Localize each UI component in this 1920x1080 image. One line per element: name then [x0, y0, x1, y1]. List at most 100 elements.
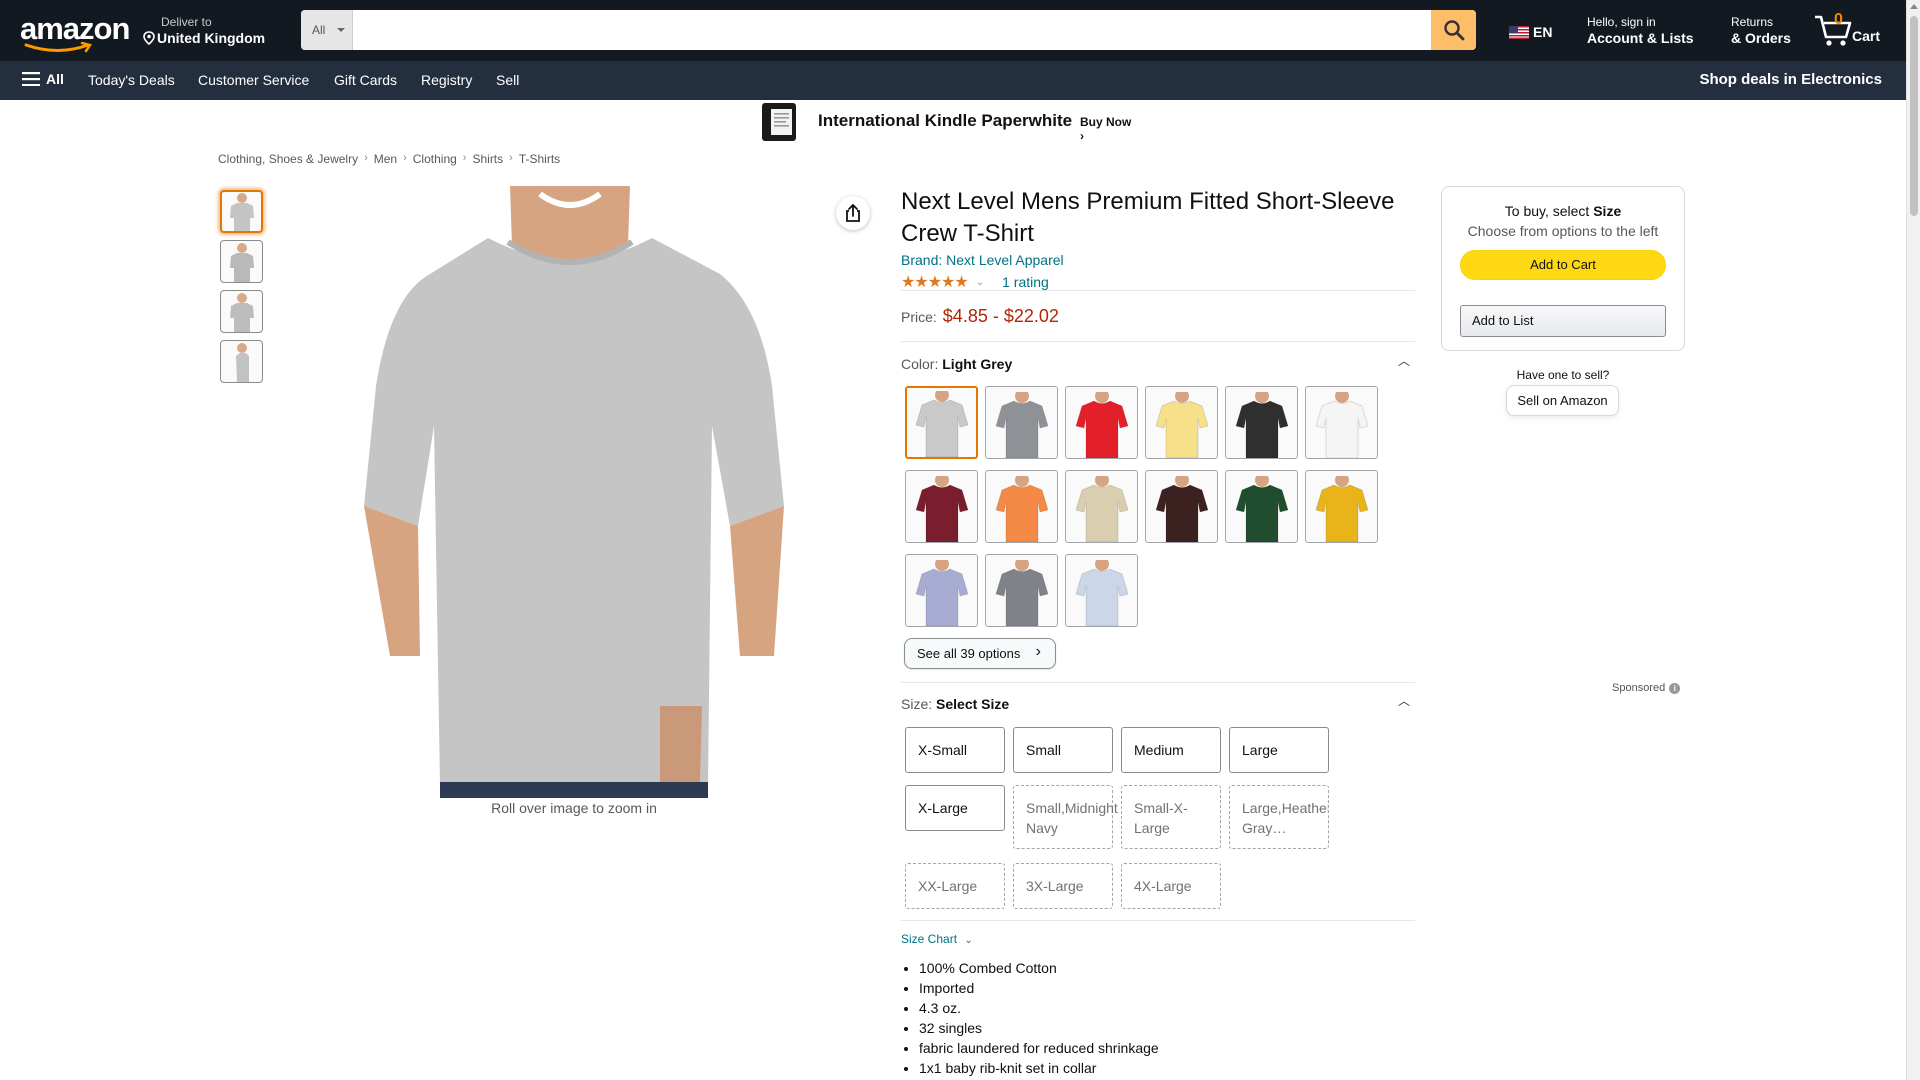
tshirt-swatch-image	[1314, 392, 1369, 458]
sell-on-amazon-button[interactable]: Sell on Amazon	[1506, 385, 1619, 416]
color-swatch[interactable]	[1065, 470, 1138, 543]
cart-button[interactable]: 0 Cart	[1814, 11, 1884, 47]
size-option-unavailable[interactable]: Small,Midnight Navy	[1013, 785, 1118, 849]
feature-bullets: 100% Combed Cotton Imported 4.3 oz. 32 s…	[919, 958, 1159, 1078]
nav-link-customer-service[interactable]: Customer Service	[198, 72, 309, 88]
size-chart-link[interactable]: Size Chart ⌄	[901, 932, 973, 946]
color-selected-value: Light Grey	[942, 356, 1013, 372]
star-rating-icon[interactable]: ★★★★★	[901, 272, 969, 292]
color-swatch[interactable]	[905, 554, 978, 627]
gallery-thumbnail[interactable]	[220, 190, 263, 233]
nav-promo-electronics[interactable]: Shop deals in Electronics	[1699, 71, 1882, 88]
language-label: EN	[1533, 24, 1553, 40]
tshirt-swatch-image	[1074, 392, 1129, 458]
scroll-up-arrow-icon[interactable]	[1910, 4, 1918, 9]
search-button[interactable]	[1431, 10, 1476, 50]
page-scrollbar[interactable]	[1906, 0, 1920, 1080]
nav-link-sell[interactable]: Sell	[496, 72, 519, 88]
scrollbar-thumb[interactable]	[1910, 16, 1918, 216]
search-bar: All	[301, 10, 1476, 50]
search-input[interactable]	[353, 10, 1431, 50]
tshirt-swatch-image	[914, 476, 969, 542]
hamburger-icon	[22, 72, 40, 86]
account-lists[interactable]: Hello, sign in Account & Lists	[1587, 15, 1694, 47]
divider	[901, 920, 1415, 921]
language-selector[interactable]: EN	[1509, 24, 1552, 40]
nav-link-gift-cards[interactable]: Gift Cards	[334, 72, 397, 88]
color-swatch[interactable]	[905, 386, 978, 459]
search-category-select[interactable]: All	[301, 10, 353, 50]
feature-bullet: fabric laundered for reduced shrinkage	[919, 1038, 1159, 1058]
gallery-thumbnail[interactable]	[220, 340, 263, 383]
nav-link-registry[interactable]: Registry	[421, 72, 472, 88]
zoom-hint: Roll over image to zoom in	[491, 800, 657, 816]
brand-link[interactable]: Brand: Next Level Apparel	[901, 252, 1064, 268]
search-category-label: All	[312, 23, 326, 37]
size-option-unavailable[interactable]: XX-Large	[905, 863, 1005, 909]
breadcrumb-separator-icon: ›	[364, 152, 368, 164]
breadcrumb: Clothing, Shoes & Jewelry › Men › Clothing…	[218, 152, 560, 166]
size-option[interactable]: X-Large	[905, 785, 1005, 831]
cart-count: 0	[1834, 11, 1843, 28]
share-button[interactable]	[836, 196, 870, 230]
color-swatch[interactable]	[1145, 470, 1218, 543]
collapse-color-chevron-icon[interactable]: ︿	[1398, 352, 1410, 369]
returns-orders[interactable]: Returns & Orders	[1731, 15, 1791, 47]
buy-box: To buy, select Size Choose from options …	[1441, 186, 1685, 351]
cart-label: Cart	[1852, 28, 1881, 44]
color-swatch[interactable]	[1145, 386, 1218, 459]
collapse-size-chevron-icon[interactable]: ︿	[1398, 692, 1410, 709]
color-swatch[interactable]	[985, 554, 1058, 627]
color-swatch[interactable]	[905, 470, 978, 543]
size-option[interactable]: X-Small	[905, 727, 1005, 773]
amazon-logo[interactable]: amazon	[20, 13, 130, 53]
size-option[interactable]: Medium	[1121, 727, 1221, 773]
color-swatch[interactable]	[1225, 386, 1298, 459]
color-swatch[interactable]	[985, 470, 1058, 543]
color-swatch[interactable]	[1065, 386, 1138, 459]
add-to-list-button[interactable]: Add to List	[1460, 305, 1666, 337]
nav-link-todays-deals[interactable]: Today's Deals	[88, 72, 175, 88]
size-option-unavailable[interactable]: 3X-Large	[1013, 863, 1113, 909]
color-swatch[interactable]	[1065, 554, 1138, 627]
sponsored-label: Sponsored i	[1612, 682, 1681, 694]
tshirt-thumbnail-image	[229, 192, 254, 231]
share-icon	[846, 203, 860, 222]
color-swatch[interactable]	[1305, 470, 1378, 543]
chevron-down-icon[interactable]: ⌄	[976, 277, 984, 288]
rating-count-link[interactable]: 1 rating	[1002, 274, 1049, 290]
breadcrumb-item[interactable]: Clothing	[413, 152, 457, 166]
size-option-unavailable[interactable]: Large,Heather Gray…	[1229, 785, 1329, 849]
color-swatch[interactable]	[985, 386, 1058, 459]
gallery-thumbnail[interactable]	[220, 240, 263, 283]
info-icon[interactable]: i	[1669, 682, 1681, 694]
size-option-unavailable[interactable]: Small-X-Large	[1121, 785, 1221, 849]
breadcrumb-separator-icon: ›	[403, 152, 407, 164]
see-all-options-button[interactable]: See all 39 options ›	[904, 638, 1056, 669]
sponsored-text: Sponsored	[1612, 682, 1666, 694]
product-main-image[interactable]	[360, 186, 788, 798]
promo-banner[interactable]: International Kindle Paperwhite Buy Now …	[758, 102, 1138, 143]
size-label-row: Size: Select Size	[901, 696, 1009, 712]
location-pin-icon	[143, 31, 157, 49]
color-swatch[interactable]	[1305, 386, 1378, 459]
breadcrumb-item[interactable]: Clothing, Shoes & Jewelry	[218, 152, 358, 166]
tshirt-swatch-image	[1234, 476, 1289, 542]
us-flag-icon	[1509, 26, 1529, 39]
size-option[interactable]: Small	[1013, 727, 1113, 773]
breadcrumb-item[interactable]: Men	[374, 152, 397, 166]
nav-all-menu[interactable]: All	[22, 71, 64, 87]
breadcrumb-item[interactable]: Shirts	[472, 152, 503, 166]
tshirt-swatch-image	[994, 392, 1049, 458]
promo-banner-cta[interactable]: Buy Now ›	[1080, 115, 1138, 143]
returns-line1: Returns	[1731, 15, 1774, 29]
deliver-line2: United Kingdom	[157, 30, 266, 46]
size-option-unavailable[interactable]: 4X-Large	[1121, 863, 1221, 909]
size-option[interactable]: Large	[1229, 727, 1329, 773]
deliver-to[interactable]: Deliver to United Kingdom	[143, 15, 265, 49]
tshirt-swatch-image	[1074, 476, 1129, 542]
breadcrumb-item[interactable]: T-Shirts	[519, 152, 560, 166]
gallery-thumbnail[interactable]	[220, 290, 263, 333]
add-to-cart-button[interactable]: Add to Cart	[1460, 250, 1666, 280]
color-swatch[interactable]	[1225, 470, 1298, 543]
